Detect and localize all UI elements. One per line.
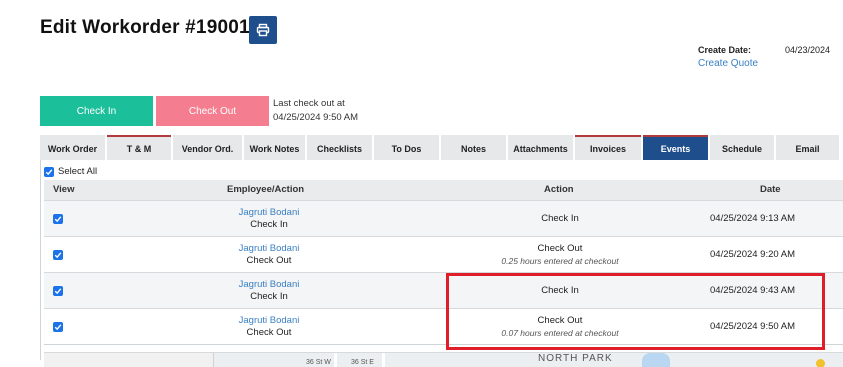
- tab-schedule[interactable]: Schedule: [710, 135, 774, 160]
- map-pin-icon[interactable]: [816, 359, 825, 367]
- select-all[interactable]: Select All: [44, 166, 97, 177]
- map-road: [334, 353, 337, 367]
- select-all-label: Select All: [58, 166, 98, 177]
- printer-icon: [256, 23, 270, 37]
- checkmark-icon: [45, 168, 53, 175]
- action-text: Check Out: [537, 243, 583, 254]
- table-bottom-border: [44, 344, 843, 345]
- map-road: [382, 353, 385, 367]
- table-row: Jagruti Bodani Check In Check In 04/25/2…: [44, 200, 843, 236]
- table-row: Jagruti Bodani Check In Check In 04/25/2…: [44, 272, 843, 308]
- col-date: Date: [760, 184, 781, 195]
- create-quote-link[interactable]: Create Quote: [698, 58, 758, 69]
- action-cell: Check Out 0.25 hours entered at checkout: [454, 243, 666, 267]
- tab-work-notes[interactable]: Work Notes: [244, 135, 305, 160]
- map-view[interactable]: 36 St W 36 St E NORTH PARK: [44, 352, 843, 367]
- col-view: View: [53, 184, 75, 195]
- check-in-button[interactable]: Check In: [40, 96, 153, 126]
- action-text: Check Out: [537, 315, 583, 326]
- employee-action-text: Check In: [250, 291, 288, 302]
- action-note: 0.25 hours entered at checkout: [501, 256, 619, 266]
- date-cell: 04/25/2024 9:20 AM: [710, 249, 796, 260]
- employee-action-text: Check Out: [246, 255, 292, 266]
- events-table-header: View Employee/Action Action Date: [44, 180, 843, 200]
- map-street-label: 36 St E: [351, 359, 374, 366]
- print-button[interactable]: [249, 16, 277, 44]
- create-date-value: 04/23/2024: [785, 45, 831, 55]
- row-checkbox[interactable]: [53, 322, 63, 332]
- check-out-button[interactable]: Check Out: [156, 96, 269, 126]
- last-checkout-label: Last check out at: [273, 98, 345, 109]
- table-row: Jagruti Bodani Check Out Check Out 0.25 …: [44, 236, 843, 272]
- last-checkout-info: Last check out at 04/25/2024 9:50 AM: [273, 97, 358, 125]
- checkmark-icon: [54, 252, 62, 259]
- tab-checklists[interactable]: Checklists: [307, 135, 372, 160]
- tab-invoices[interactable]: Invoices: [575, 135, 641, 160]
- tab-attachments[interactable]: Attachments: [508, 135, 573, 160]
- col-action: Action: [544, 184, 574, 195]
- row-checkbox[interactable]: [53, 214, 63, 224]
- tab-events[interactable]: Events: [643, 135, 708, 160]
- select-all-checkbox[interactable]: [44, 166, 54, 177]
- tab-to-dos[interactable]: To Dos: [374, 135, 439, 160]
- col-employee-action: Employee/Action: [227, 184, 305, 195]
- row-checkbox[interactable]: [53, 286, 63, 296]
- table-row: Jagruti Bodani Check Out Check Out 0.07 …: [44, 308, 843, 344]
- employee-cell: Jagruti Bodani Check In: [194, 207, 344, 231]
- employee-link[interactable]: Jagruti Bodani: [194, 315, 344, 327]
- employee-link[interactable]: Jagruti Bodani: [194, 279, 344, 291]
- action-cell: Check Out 0.07 hours entered at checkout: [454, 315, 666, 339]
- action-cell: Check In: [541, 285, 579, 296]
- create-date-label: Create Date:: [698, 45, 752, 55]
- map-area-label: NORTH PARK: [538, 353, 613, 364]
- row-checkbox[interactable]: [53, 250, 63, 260]
- checkmark-icon: [54, 216, 62, 223]
- employee-action-text: Check Out: [246, 327, 292, 338]
- tab-bar: Work Order T & M Vendor Ord. Work Notes …: [40, 135, 843, 160]
- map-street-label: 36 St W: [306, 359, 331, 366]
- tab-email[interactable]: Email: [776, 135, 839, 160]
- action-cell: Check In: [541, 213, 579, 224]
- tab-t-and-m[interactable]: T & M: [107, 135, 171, 160]
- last-checkout-time: 04/25/2024 9:50 AM: [273, 112, 359, 123]
- page-title: Edit Workorder #190010: [40, 17, 261, 38]
- employee-link[interactable]: Jagruti Bodani: [194, 243, 344, 255]
- employee-cell: Jagruti Bodani Check In: [194, 279, 344, 303]
- map-water: [642, 353, 670, 367]
- date-cell: 04/25/2024 9:43 AM: [710, 285, 796, 296]
- action-note: 0.07 hours entered at checkout: [501, 328, 619, 338]
- checkmark-icon: [54, 324, 62, 331]
- date-cell: 04/25/2024 9:50 AM: [710, 321, 796, 332]
- tab-notes[interactable]: Notes: [441, 135, 506, 160]
- employee-cell: Jagruti Bodani Check Out: [194, 315, 344, 339]
- map-side-panel: [44, 353, 214, 367]
- checkmark-icon: [54, 288, 62, 295]
- employee-action-text: Check In: [250, 219, 288, 230]
- employee-link[interactable]: Jagruti Bodani: [194, 207, 344, 219]
- date-cell: 04/25/2024 9:13 AM: [710, 213, 796, 224]
- tab-vendor-ord[interactable]: Vendor Ord.: [173, 135, 242, 160]
- employee-cell: Jagruti Bodani Check Out: [194, 243, 344, 267]
- tab-work-order[interactable]: Work Order: [40, 135, 105, 160]
